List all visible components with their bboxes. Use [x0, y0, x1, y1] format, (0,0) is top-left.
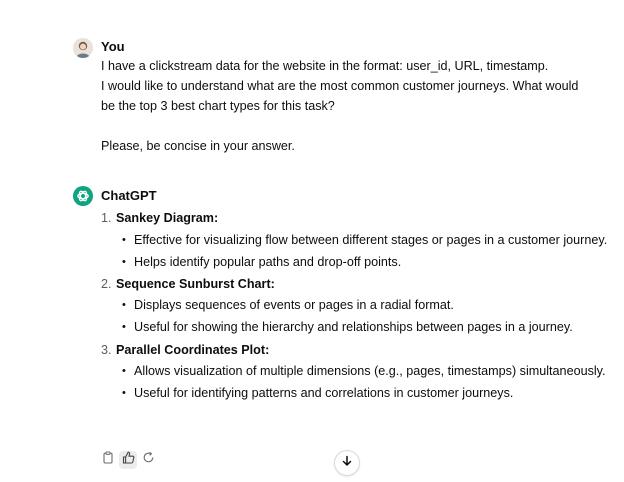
bullet-dot: • — [122, 234, 126, 246]
clipboard-icon — [102, 451, 114, 469]
bullet-text: Useful for identifying patterns and corr… — [134, 385, 514, 400]
bullet-item: • Useful for showing the hierarchy and r… — [101, 317, 611, 339]
bullet-text: Helps identify popular paths and drop-of… — [134, 254, 402, 269]
list-item-title: Sankey Diagram: — [116, 211, 219, 225]
bullet-text: Effective for visualizing flow between d… — [134, 233, 608, 247]
user-avatar — [73, 38, 93, 58]
bullet-dot: • — [122, 364, 126, 377]
bullet-item: • Effective for visualizing flow between… — [101, 230, 611, 252]
user-author-name: You — [101, 39, 125, 54]
list-item-title: Parallel Coordinates Plot: — [116, 342, 270, 357]
regenerate-button[interactable] — [139, 451, 157, 469]
user-message-text: I have a clickstream data for the websit… — [101, 56, 611, 156]
copy-button[interactable] — [99, 451, 117, 469]
user-message-line: I would like to understand what are the … — [101, 79, 579, 93]
thumbs-up-icon — [122, 451, 135, 469]
user-message-line: be the top 3 best chart types for this t… — [101, 99, 335, 113]
bullet-dot: • — [122, 255, 126, 268]
list-item-title: Sequence Sunburst Chart: — [116, 277, 275, 292]
bullet-dot: • — [122, 386, 126, 399]
arrow-down-icon — [341, 454, 353, 472]
bullet-text: Displays sequences of events or pages in… — [134, 298, 454, 313]
like-button[interactable] — [119, 451, 137, 469]
bullet-item: • Helps identify popular paths and drop-… — [101, 252, 611, 274]
chatgpt-logo-icon — [73, 186, 93, 206]
list-item: 2. Sequence Sunburst Chart: — [101, 273, 611, 295]
bullet-dot: • — [122, 321, 126, 334]
bullet-item: • Useful for identifying patterns and co… — [101, 383, 611, 405]
bullet-item: • Displays sequences of events or pages … — [101, 295, 611, 317]
list-item: 1. Sankey Diagram: — [101, 207, 611, 229]
list-number: 1. — [101, 211, 112, 225]
bullet-text: Allows visualization of multiple dimensi… — [134, 363, 606, 378]
list-number: 3. — [101, 342, 112, 357]
assistant-author-name: ChatGPT — [101, 188, 157, 203]
scroll-to-bottom-button[interactable] — [334, 450, 360, 476]
list-item: 3. Parallel Coordinates Plot: — [101, 339, 611, 361]
bullet-text: Useful for showing the hierarchy and rel… — [134, 320, 573, 335]
bullet-item: • Allows visualization of multiple dimen… — [101, 361, 611, 383]
bullet-dot: • — [122, 299, 126, 312]
user-message-line: I have a clickstream data for the websit… — [101, 59, 549, 73]
regenerate-icon — [142, 451, 155, 469]
user-message-line: Please, be concise in your answer. — [101, 139, 295, 153]
answer-list: 1. Sankey Diagram: • Effective for visua… — [101, 207, 611, 404]
list-number: 2. — [101, 277, 112, 292]
